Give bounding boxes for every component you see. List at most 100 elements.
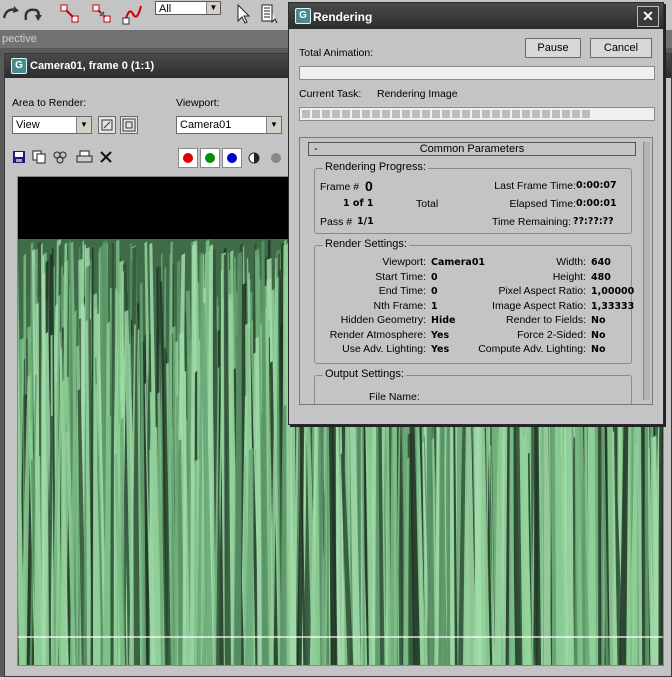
cancel-button[interactable]: Cancel: [590, 38, 652, 58]
bind-space-warp-icon[interactable]: [121, 2, 145, 26]
setting-label: Pixel Aspect Ratio:: [498, 285, 586, 297]
setting-label: Viewport:: [382, 256, 426, 268]
setting-value: 1,00000: [591, 286, 635, 297]
chevron-down-icon[interactable]: ▼: [266, 117, 281, 133]
chevron-down-icon[interactable]: ▼: [76, 117, 91, 133]
rendering-progress-group: Rendering Progress: Frame # 0 1 of 1 Tot…: [314, 161, 632, 234]
pass-number-value: 1/1: [357, 216, 374, 227]
select-object-icon[interactable]: [231, 2, 255, 26]
viewport-dropdown-value: Camera01: [180, 119, 232, 131]
monochrome-icon[interactable]: [270, 152, 282, 164]
progress-segment: [392, 110, 400, 118]
progress-segment: [472, 110, 480, 118]
rendering-dialog-title: Rendering: [313, 10, 373, 24]
undo-icon[interactable]: [20, 2, 44, 26]
copy-icon[interactable]: [32, 150, 47, 164]
green-channel-toggle[interactable]: [200, 148, 220, 168]
red-channel-toggle[interactable]: [178, 148, 198, 168]
setting-label: Start Time:: [375, 270, 426, 283]
unlink-icon[interactable]: [90, 2, 114, 26]
progress-segment: [482, 110, 490, 118]
setting-label: Force 2-Sided:: [517, 328, 586, 341]
clear-icon[interactable]: [99, 150, 113, 164]
alpha-channel-icon[interactable]: [248, 152, 260, 164]
setting-label: Hidden Geometry:: [340, 314, 426, 326]
elapsed-time-value: 0:00:01: [576, 198, 617, 209]
progress-segment: [532, 110, 540, 118]
setting-label: Compute Adv. Lighting:: [478, 343, 586, 355]
viewport-label: pective: [2, 33, 37, 45]
frame-window-title: Camera01, frame 0 (1:1): [30, 60, 155, 72]
output-settings-label: Output Settings:: [323, 368, 406, 380]
clone-window-icon[interactable]: [53, 150, 71, 164]
progress-segment: [542, 110, 550, 118]
setting-label: Use Adv. Lighting:: [342, 343, 426, 355]
area-to-render-dropdown[interactable]: View ▼: [12, 116, 92, 134]
progress-segment: [572, 110, 580, 118]
progress-segment: [502, 110, 510, 118]
total-animation-progress-bar: [299, 66, 655, 80]
elapsed-time-label: Elapsed Time:: [509, 198, 576, 210]
pause-button[interactable]: Pause: [525, 38, 581, 58]
common-parameters-panel: - Common Parameters Rendering Progress: …: [299, 137, 653, 405]
last-frame-time-label: Last Frame Time:: [494, 180, 576, 192]
progress-segment: [452, 110, 460, 118]
viewport-dropdown-label: Viewport:: [176, 97, 220, 109]
frame-count-value: 1 of 1: [343, 198, 374, 209]
progress-segment: [512, 110, 520, 118]
edit-region-button[interactable]: [98, 116, 116, 134]
setting-label: Image Aspect Ratio:: [492, 299, 586, 312]
print-icon[interactable]: [76, 150, 93, 164]
setting-value: 1,33333: [591, 300, 635, 312]
select-by-name-icon[interactable]: [258, 2, 282, 26]
progress-segment: [372, 110, 380, 118]
setting-label: Render to Fields:: [506, 314, 586, 326]
progress-segment: [362, 110, 370, 118]
setting-value: Yes: [431, 329, 450, 341]
select-link-icon[interactable]: [58, 2, 82, 26]
frame-number-value: 0: [365, 178, 373, 194]
area-to-render-value: View: [16, 119, 40, 131]
setting-value: 1: [431, 300, 438, 312]
selection-filter-value: All: [159, 3, 172, 15]
total-animation-label: Total Animation:: [299, 47, 374, 59]
edit-region-icon: [101, 119, 113, 131]
progress-segment: [382, 110, 390, 118]
setting-value: 0: [431, 286, 438, 297]
setting-value: 0: [431, 271, 438, 283]
setting-value: Hide: [431, 315, 456, 326]
time-remaining-value: ??:??:??: [573, 216, 614, 227]
progress-segment: [332, 110, 340, 118]
file-name-label: File Name:: [369, 391, 420, 403]
setting-label: Nth Frame:: [373, 299, 426, 312]
viewport-dropdown[interactable]: Camera01 ▼: [176, 116, 282, 134]
common-parameters-rollout[interactable]: - Common Parameters: [308, 142, 636, 156]
progress-segment: [442, 110, 450, 118]
chevron-down-icon[interactable]: ▼: [206, 2, 220, 14]
setting-value: 640: [591, 257, 611, 268]
rollout-collapse-toggle[interactable]: -: [314, 143, 318, 155]
close-icon[interactable]: ✕: [637, 6, 659, 27]
params-scrollbar[interactable]: [643, 142, 650, 400]
selection-filter-dropdown[interactable]: All ▼: [155, 1, 221, 15]
rendering-progress-dialog[interactable]: G Rendering ✕ Total Animation: Pause Can…: [288, 2, 664, 425]
auto-region-button[interactable]: [120, 116, 138, 134]
rendering-dialog-titlebar[interactable]: G Rendering ✕: [289, 3, 663, 29]
total-label: Total: [416, 198, 439, 210]
render-settings-group: Render Settings: Viewport: Camera01 Width:…: [314, 238, 635, 364]
progress-segment: [422, 110, 430, 118]
current-task-value: Rendering Image: [377, 88, 458, 100]
render-settings-label: Render Settings:: [323, 238, 409, 250]
app-logo-icon: G: [295, 8, 311, 24]
progress-segment: [412, 110, 420, 118]
output-settings-group: Output Settings: File Name:: [314, 368, 632, 404]
blue-channel-icon: [227, 153, 237, 163]
progress-segment: [432, 110, 440, 118]
blue-channel-toggle[interactable]: [222, 148, 242, 168]
save-icon[interactable]: [12, 150, 26, 164]
green-channel-icon: [205, 153, 215, 163]
rollout-title: Common Parameters: [419, 143, 525, 155]
red-channel-icon: [183, 153, 193, 163]
progress-segment: [352, 110, 360, 118]
progress-segment: [312, 110, 320, 118]
